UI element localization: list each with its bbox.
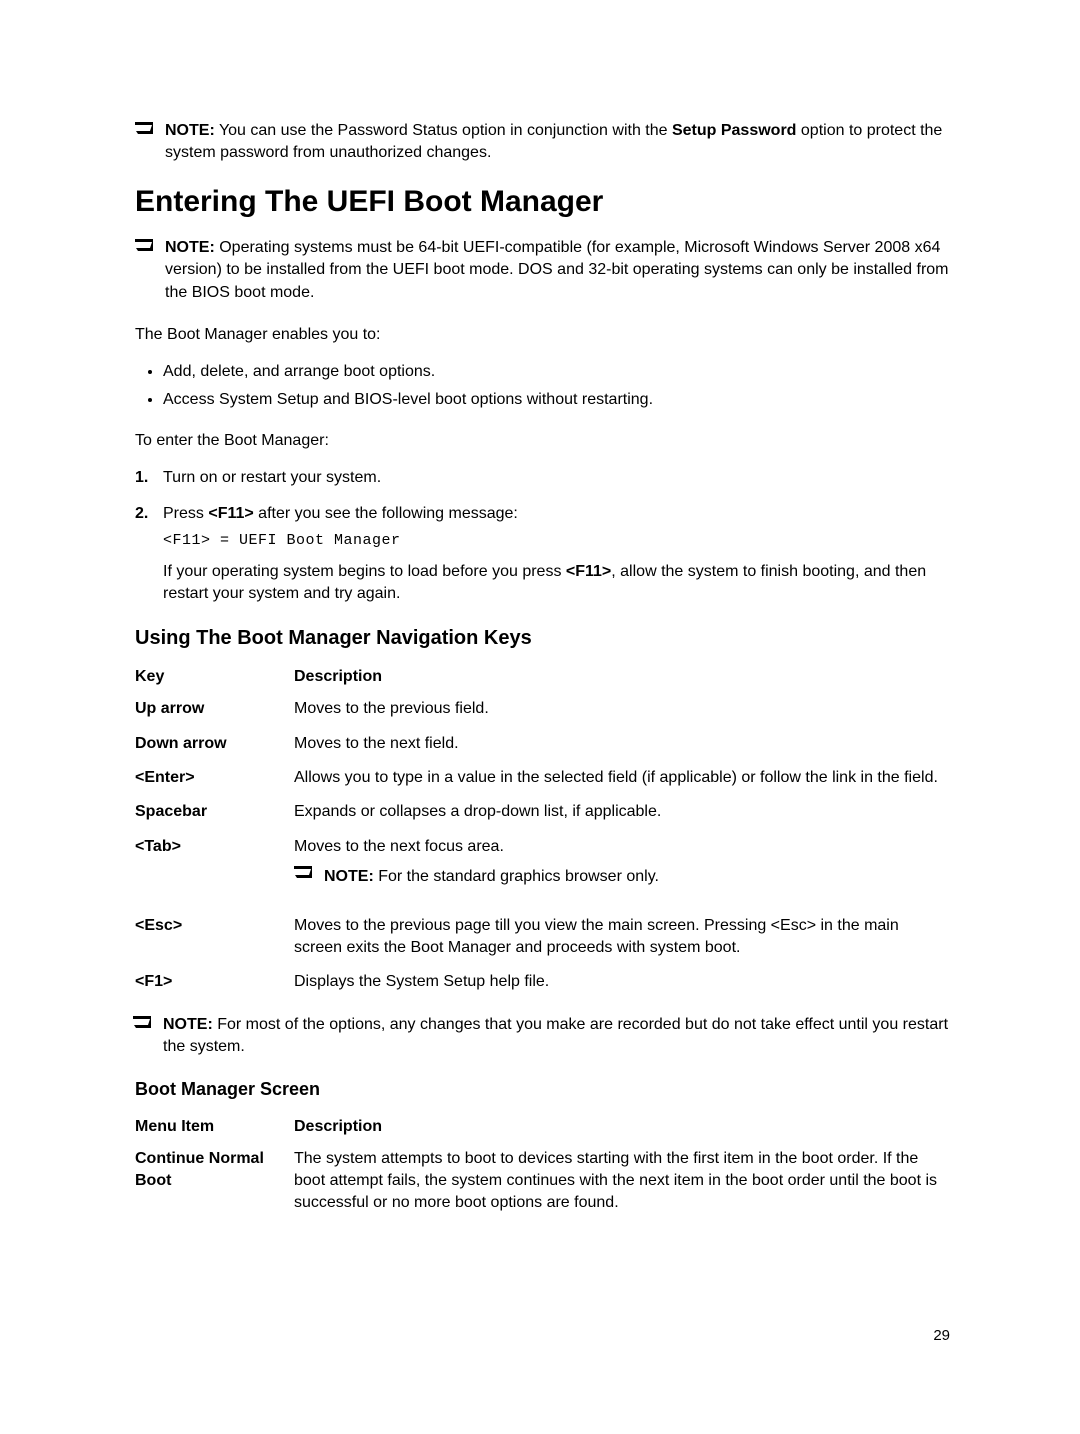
- table-header-row: Key Description: [135, 668, 950, 698]
- desc-cell: The system attempts to boot to devices s…: [294, 1148, 950, 1227]
- desc-cell: Moves to the next field.: [294, 733, 950, 767]
- key-cell: <Tab>: [135, 836, 294, 901]
- note-text: NOTE: You can use the Password Status op…: [165, 120, 950, 165]
- note-icon: [135, 120, 165, 138]
- note-uefi-os: NOTE: Operating systems must be 64-bit U…: [135, 237, 950, 304]
- subheading-boot-manager-screen: Boot Manager Screen: [135, 1079, 950, 1100]
- table-row: <Enter> Allows you to type in a value in…: [135, 767, 950, 801]
- key-cell: <Enter>: [135, 767, 294, 801]
- key-cell: Spacebar: [135, 801, 294, 835]
- desc-cell: Moves to the previous field.: [294, 698, 950, 732]
- menu-table: Menu Item Description Continue Normal Bo…: [135, 1118, 950, 1227]
- note-text: NOTE: For most of the options, any chang…: [163, 1014, 950, 1059]
- list-item: Add, delete, and arrange boot options.: [163, 360, 950, 384]
- step-number: 1.: [135, 467, 163, 489]
- table-row: Up arrow Moves to the previous field.: [135, 698, 950, 732]
- intro-text: The Boot Manager enables you to:: [135, 324, 950, 346]
- table-header-row: Menu Item Description: [135, 1118, 950, 1148]
- step-item: 2. Press <F11> after you see the followi…: [135, 503, 950, 605]
- subheading-nav-keys: Using The Boot Manager Navigation Keys: [135, 627, 950, 650]
- nav-keys-table: Key Description Up arrow Moves to the pr…: [135, 668, 950, 1006]
- table-row: <Tab> Moves to the next focus area. NOTE…: [135, 836, 950, 901]
- note-icon: [294, 866, 324, 882]
- table-row: <F1> Displays the System Setup help file…: [135, 971, 950, 1005]
- col-header-desc: Description: [294, 1118, 950, 1148]
- table-row: Continue Normal Boot The system attempts…: [135, 1148, 950, 1227]
- note-icon: [135, 237, 165, 255]
- step-body: Press <F11> after you see the following …: [163, 503, 950, 605]
- page-number: 29: [933, 1327, 950, 1344]
- step-item: 1. Turn on or restart your system.: [135, 467, 950, 489]
- col-header-key: Key: [135, 668, 294, 698]
- note-restart-effect: NOTE: For most of the options, any chang…: [133, 1014, 950, 1059]
- note-text: NOTE: For the standard graphics browser …: [324, 866, 938, 888]
- note-icon: [133, 1014, 163, 1032]
- table-row: <Esc> Moves to the previous page till yo…: [135, 901, 950, 972]
- code-line: <F11> = UEFI Boot Manager: [163, 530, 950, 551]
- desc-cell: Expands or collapses a drop-down list, i…: [294, 801, 950, 835]
- list-item: Access System Setup and BIOS-level boot …: [163, 388, 950, 412]
- key-cell: Continue Normal Boot: [135, 1148, 294, 1227]
- key-cell: <F1>: [135, 971, 294, 1005]
- table-row: Down arrow Moves to the next field.: [135, 733, 950, 767]
- step-list: 1. Turn on or restart your system. 2. Pr…: [135, 467, 950, 606]
- page-heading: Entering The UEFI Boot Manager: [135, 185, 950, 219]
- intro-text-2: To enter the Boot Manager:: [135, 430, 950, 452]
- table-row: Spacebar Expands or collapses a drop-dow…: [135, 801, 950, 835]
- note-password-status: NOTE: You can use the Password Status op…: [135, 120, 950, 165]
- step-body: Turn on or restart your system.: [163, 467, 950, 489]
- note-tab: NOTE: For the standard graphics browser …: [294, 866, 938, 888]
- col-header-desc: Description: [294, 668, 950, 698]
- bullet-list: Add, delete, and arrange boot options. A…: [135, 360, 950, 412]
- key-cell: <Esc>: [135, 901, 294, 972]
- desc-cell: Displays the System Setup help file.: [294, 971, 950, 1005]
- key-cell: Up arrow: [135, 698, 294, 732]
- desc-cell: Moves to the next focus area. NOTE: For …: [294, 836, 950, 901]
- desc-text: Moves to the next focus area.: [294, 838, 504, 855]
- col-header-menu: Menu Item: [135, 1118, 294, 1148]
- desc-cell: Moves to the previous page till you view…: [294, 901, 950, 972]
- desc-cell: Allows you to type in a value in the sel…: [294, 767, 950, 801]
- key-cell: Down arrow: [135, 733, 294, 767]
- step-number: 2.: [135, 503, 163, 605]
- note-text: NOTE: Operating systems must be 64-bit U…: [165, 237, 950, 304]
